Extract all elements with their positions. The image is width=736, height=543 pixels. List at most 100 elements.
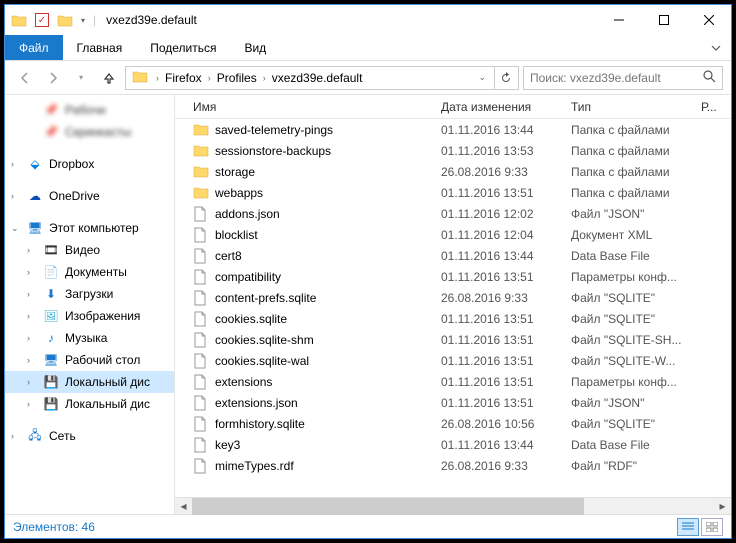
horizontal-scrollbar[interactable]: ◂ ▸ (175, 497, 731, 514)
file-date: 01.11.2016 13:51 (433, 186, 563, 200)
expand-icon[interactable]: › (27, 399, 30, 409)
breadcrumb-seg-1[interactable]: Profiles (213, 67, 261, 89)
nav-back-button[interactable] (13, 66, 37, 90)
expand-icon[interactable]: › (11, 431, 14, 441)
column-header-size[interactable]: Р... (693, 95, 731, 118)
file-list[interactable]: saved-telemetry-pings01.11.2016 13:44Пап… (175, 119, 731, 497)
nav-desktop[interactable]: › 🖥 Рабочий стол (5, 349, 174, 371)
scroll-thumb[interactable] (192, 498, 584, 515)
file-type: Файл "RDF" (563, 459, 693, 473)
file-row[interactable]: cookies.sqlite01.11.2016 13:51Файл "SQLI… (175, 308, 731, 329)
nav-pictures[interactable]: › 🖼 Изображения (5, 305, 174, 327)
file-row[interactable]: sessionstore-backups01.11.2016 13:53Папк… (175, 140, 731, 161)
ribbon-file-tab[interactable]: Файл (5, 35, 63, 60)
file-name: formhistory.sqlite (215, 417, 305, 431)
nav-onedrive[interactable]: › ☁ OneDrive (5, 185, 174, 207)
file-type: Папка с файлами (563, 123, 693, 137)
computer-icon: 🖥 (27, 220, 43, 236)
breadcrumb-history-dropdown[interactable]: ⌄ (476, 72, 488, 83)
disk-icon: 💾 (43, 374, 59, 390)
file-name: cookies.sqlite (215, 312, 287, 326)
chevron-right-icon[interactable]: › (261, 73, 268, 83)
nav-quick-item[interactable]: 📌 Рабочи (5, 99, 174, 121)
breadcrumb-seg-2[interactable]: vxezd39e.default (268, 67, 367, 89)
expand-icon[interactable]: › (11, 159, 14, 169)
nav-recent-button[interactable]: ▾ (69, 66, 93, 90)
scroll-left-button[interactable]: ◂ (175, 498, 192, 515)
properties-icon[interactable]: ✓ (35, 13, 49, 27)
statusbar: Элементов: 46 (5, 514, 731, 538)
ribbon-file-label: Файл (19, 41, 49, 55)
column-header-name[interactable]: Имя (175, 95, 433, 118)
view-details-button[interactable] (677, 518, 699, 536)
file-date: 01.11.2016 13:44 (433, 438, 563, 452)
chevron-right-icon[interactable]: › (154, 73, 161, 83)
documents-icon: 📄 (43, 264, 59, 280)
expand-icon[interactable]: › (27, 355, 30, 365)
nav-quick-item[interactable]: 📌 Скринкасты (5, 121, 174, 143)
search-icon (703, 70, 716, 86)
nav-local-disk[interactable]: › 💾 Локальный дис (5, 371, 174, 393)
collapse-icon[interactable]: ⌄ (11, 223, 19, 234)
nav-forward-button[interactable] (41, 66, 65, 90)
new-folder-icon[interactable] (57, 13, 73, 27)
nav-videos[interactable]: › 🎞 Видео (5, 239, 174, 261)
ribbon-tab-home[interactable]: Главная (63, 35, 137, 60)
nav-local-disk-2[interactable]: › 💾 Локальный дис (5, 393, 174, 415)
nav-music[interactable]: › ♪ Музыка (5, 327, 174, 349)
nav-documents[interactable]: › 📄 Документы (5, 261, 174, 283)
nav-label: Документы (65, 265, 127, 279)
file-date: 01.11.2016 13:51 (433, 396, 563, 410)
expand-icon[interactable]: › (11, 191, 14, 201)
nav-dropbox[interactable]: › ⬙ Dropbox (5, 153, 174, 175)
refresh-button[interactable] (494, 67, 516, 89)
desktop-icon: 🖥 (43, 352, 59, 368)
nav-this-pc[interactable]: ⌄ 🖥 Этот компьютер (5, 217, 174, 239)
expand-icon[interactable]: › (27, 267, 30, 277)
expand-icon[interactable]: › (27, 311, 30, 321)
column-header-date[interactable]: Дата изменения (433, 95, 563, 118)
column-header-type[interactable]: Тип (563, 95, 693, 118)
ribbon-tab-share[interactable]: Поделиться (136, 35, 230, 60)
file-row[interactable]: extensions.json01.11.2016 13:51Файл "JSO… (175, 392, 731, 413)
nav-downloads[interactable]: › ⬇ Загрузки (5, 283, 174, 305)
file-row[interactable]: mimeTypes.rdf26.08.2016 9:33Файл "RDF" (175, 455, 731, 476)
file-row[interactable]: cert801.11.2016 13:44Data Base File (175, 245, 731, 266)
explorer-window: ✓ ▾ | vxezd39e.default Файл Главная Поде… (4, 4, 732, 539)
file-row[interactable]: blocklist01.11.2016 12:04Документ XML (175, 224, 731, 245)
expand-icon[interactable]: › (27, 377, 30, 387)
expand-icon[interactable]: › (27, 333, 30, 343)
file-row[interactable]: saved-telemetry-pings01.11.2016 13:44Пап… (175, 119, 731, 140)
file-name: extensions (215, 375, 272, 389)
ribbon-tab-view[interactable]: Вид (230, 35, 280, 60)
file-row[interactable]: content-prefs.sqlite26.08.2016 9:33Файл … (175, 287, 731, 308)
network-icon: 🖧 (27, 428, 43, 444)
file-row[interactable]: compatibility01.11.2016 13:51Параметры к… (175, 266, 731, 287)
file-row[interactable]: addons.json01.11.2016 12:02Файл "JSON" (175, 203, 731, 224)
search-input[interactable]: Поиск: vxezd39e.default (523, 66, 723, 90)
scroll-track[interactable] (192, 498, 714, 515)
minimize-button[interactable] (596, 6, 641, 35)
breadcrumb[interactable]: › Firefox › Profiles › vxezd39e.default … (125, 66, 519, 90)
file-row[interactable]: storage26.08.2016 9:33Папка с файлами (175, 161, 731, 182)
file-row[interactable]: extensions01.11.2016 13:51Параметры конф… (175, 371, 731, 392)
nav-up-button[interactable] (97, 66, 121, 90)
maximize-button[interactable] (641, 6, 686, 35)
file-name: storage (215, 165, 255, 179)
breadcrumb-seg-0[interactable]: Firefox (161, 67, 206, 89)
chevron-right-icon[interactable]: › (206, 73, 213, 83)
close-button[interactable] (686, 6, 731, 35)
nav-network[interactable]: › 🖧 Сеть (5, 425, 174, 447)
file-row[interactable]: webapps01.11.2016 13:51Папка с файлами (175, 182, 731, 203)
file-row[interactable]: key301.11.2016 13:44Data Base File (175, 434, 731, 455)
expand-icon[interactable]: › (27, 245, 30, 255)
view-icons-button[interactable] (701, 518, 723, 536)
ribbon-expand-button[interactable] (701, 35, 731, 60)
disk-icon: 💾 (43, 396, 59, 412)
file-row[interactable]: cookies.sqlite-shm01.11.2016 13:51Файл "… (175, 329, 731, 350)
scroll-right-button[interactable]: ▸ (714, 498, 731, 515)
file-row[interactable]: formhistory.sqlite26.08.2016 10:56Файл "… (175, 413, 731, 434)
qat-dropdown-icon[interactable]: ▾ (81, 16, 85, 25)
expand-icon[interactable]: › (27, 289, 30, 299)
file-row[interactable]: cookies.sqlite-wal01.11.2016 13:51Файл "… (175, 350, 731, 371)
